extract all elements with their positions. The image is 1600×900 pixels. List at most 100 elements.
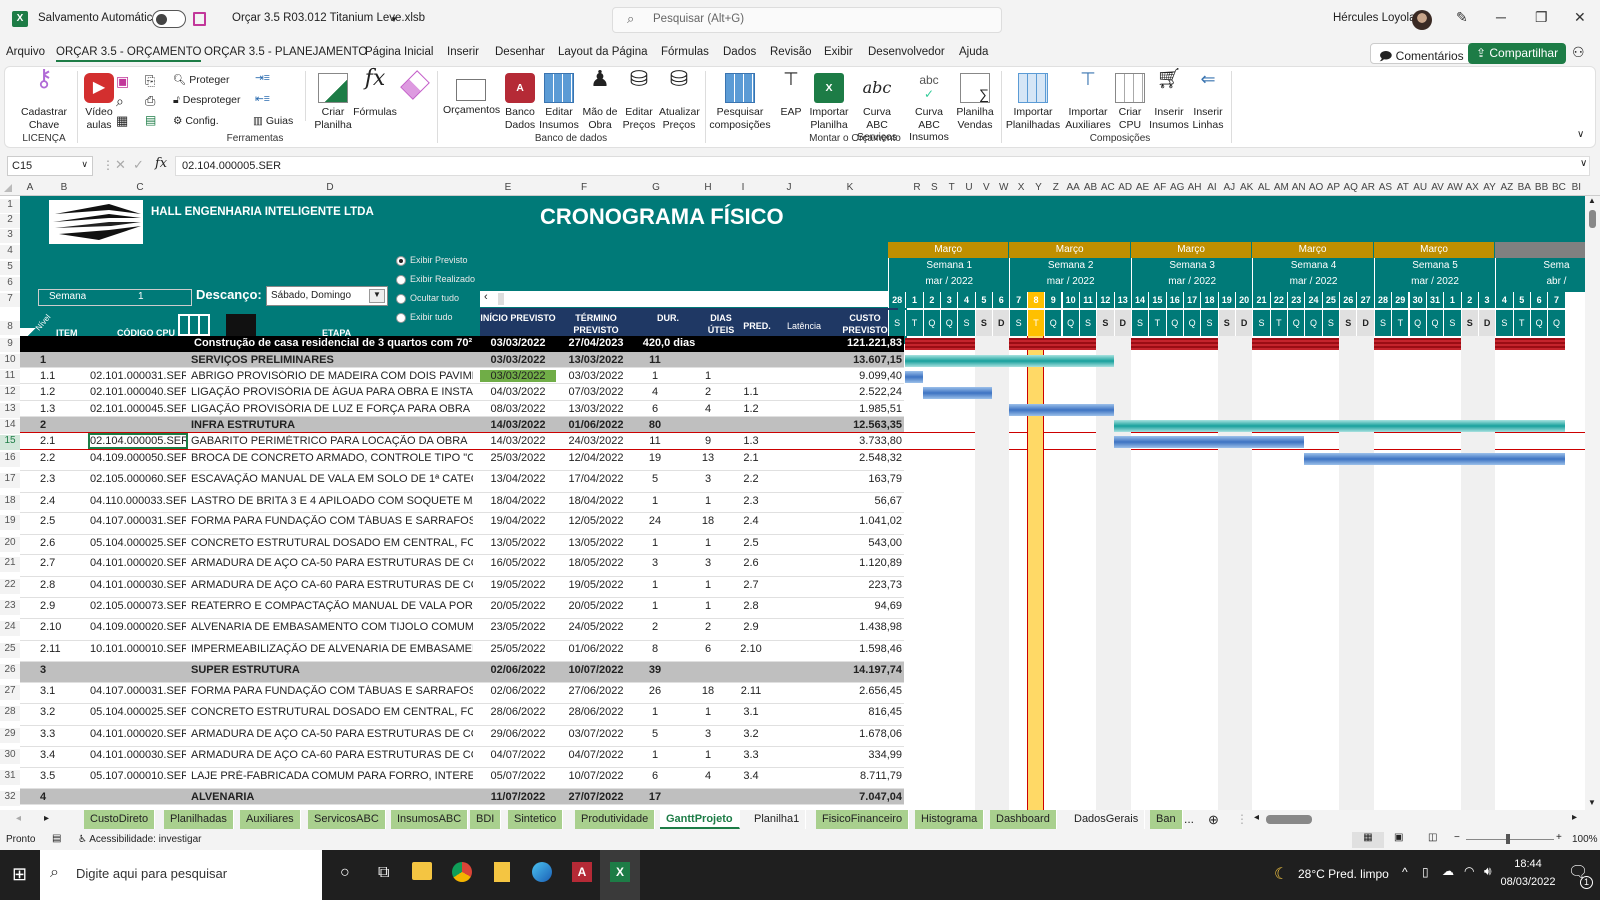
magnifier-icon[interactable]: ⌕ <box>116 93 124 110</box>
indent-icon[interactable]: ⇥≡ <box>255 72 270 84</box>
cell-inicio[interactable]: 03/03/2022 <box>480 370 556 382</box>
row-header[interactable]: 31 <box>0 770 20 785</box>
sheet-tab[interactable]: Sintetico <box>508 810 564 829</box>
menu-dados[interactable]: Dados <box>723 46 756 58</box>
formulas-button[interactable]: fx Fórmulas <box>353 68 397 119</box>
menu-desenvolvedor[interactable]: Desenvolvedor <box>868 46 945 58</box>
row-header[interactable]: 10 <box>0 354 20 369</box>
cell-etapa[interactable]: ESCAVAÇÃO MANUAL DE VALA EM SOLO DE 1ª C… <box>191 473 473 485</box>
cell-custo[interactable]: 1.120,89 <box>832 557 902 569</box>
row-header[interactable]: 22 <box>0 579 20 594</box>
expand-formula-icon[interactable]: ∨ <box>1580 158 1587 169</box>
grid-view-icon[interactable] <box>178 314 210 336</box>
cell-dur[interactable]: 19 <box>640 452 670 464</box>
cell-termino[interactable]: 12/04/2022 <box>558 452 634 464</box>
cell-inicio[interactable]: 05/07/2022 <box>480 770 556 782</box>
insert-function-icon[interactable]: fx <box>155 156 167 171</box>
sheet-tab[interactable]: Planilha1 <box>748 810 807 829</box>
cell-termino[interactable]: 07/03/2022 <box>558 386 634 398</box>
cell-inicio[interactable]: 20/05/2022 <box>480 600 556 612</box>
column-header[interactable]: E <box>500 182 516 193</box>
cell-dur[interactable]: 6 <box>640 403 670 415</box>
row-header[interactable]: 4 <box>0 245 20 259</box>
menu-inserir[interactable]: Inserir <box>447 46 479 58</box>
excel-app-active[interactable]: X <box>600 850 640 900</box>
cell-termino[interactable]: 20/05/2022 <box>558 600 634 612</box>
menu-desenhar[interactable]: Desenhar <box>495 46 545 58</box>
filename-dropdown-icon[interactable]: ▼ <box>390 15 398 24</box>
cell-etapa[interactable]: IMPERMEABILIZAÇÃO DE ALVENARIA DE EMBASA… <box>191 643 473 655</box>
cell-dur[interactable]: 8 <box>640 643 670 655</box>
cell-termino[interactable]: 04/07/2022 <box>558 749 634 761</box>
cell-dias[interactable]: 6 <box>694 643 722 655</box>
cell-custo[interactable]: 8.711,79 <box>832 770 902 782</box>
row-header[interactable]: 12 <box>0 386 20 401</box>
cell-custo[interactable]: 816,45 <box>832 706 902 718</box>
row-header[interactable]: 20 <box>0 537 20 552</box>
cell-dur[interactable]: 4 <box>640 386 670 398</box>
cell-custo[interactable]: 163,79 <box>832 473 902 485</box>
menu-arquivo[interactable]: Arquivo <box>6 46 45 58</box>
cell-inicio[interactable]: 13/05/2022 <box>480 537 556 549</box>
windows-start-icon[interactable]: ⊞ <box>12 864 27 885</box>
sheet-tab[interactable]: BDI <box>470 810 502 829</box>
cell-pred[interactable]: 2.9 <box>738 621 764 633</box>
cell-item[interactable]: 3.5 <box>40 770 80 782</box>
cell-custo[interactable]: 223,73 <box>832 579 902 591</box>
cell-item[interactable]: 2.5 <box>40 515 80 527</box>
cell-dur[interactable]: 80 <box>640 419 670 431</box>
scroll-thumb[interactable] <box>498 293 504 305</box>
descanso-dropdown[interactable]: Sábado, Domingo ▼ <box>266 286 388 306</box>
importar-planilha-button[interactable]: X Importar Planilha <box>809 73 849 131</box>
cell-etapa[interactable]: ALVENARIA <box>191 791 473 803</box>
config-button[interactable]: ⚙ Config. <box>173 115 219 127</box>
row-header[interactable]: 19 <box>0 515 20 530</box>
cell-inicio[interactable]: 02/06/2022 <box>480 664 556 676</box>
cell-pred[interactable]: 2.1 <box>738 452 764 464</box>
cell-etapa[interactable]: FORMA PARA FUNDAÇÃO COM TÁBUAS E SARRAFO… <box>191 685 473 697</box>
cell-dur[interactable]: 1 <box>640 537 670 549</box>
meet-icon[interactable]: ▯ <box>1422 865 1429 879</box>
row-header[interactable]: 28 <box>0 706 20 721</box>
sheet-tab[interactable]: Histograma <box>915 810 985 829</box>
cell-codigo[interactable]: 04.107.000031.SER <box>90 515 186 527</box>
cell-pred[interactable]: 1.1 <box>738 386 764 398</box>
add-sheet-icon[interactable]: ⊕ <box>1208 812 1219 828</box>
menu-pagina-inicial[interactable]: Página Inicial <box>365 46 433 58</box>
row-header[interactable]: 9 <box>0 338 20 352</box>
cell-etapa[interactable]: CONCRETO ESTRUTURAL DOSADO EM CENTRAL, F… <box>191 706 473 718</box>
row-header[interactable]: 1 <box>0 199 20 213</box>
cell-etapa[interactable]: GABARITO PERIMÉTRICO PARA LOCAÇÃO DA OBR… <box>191 435 473 447</box>
tray-chevron-icon[interactable]: ^ <box>1402 865 1408 879</box>
cell-inicio[interactable]: 08/03/2022 <box>480 403 556 415</box>
gantt-task-bar[interactable] <box>1113 436 1305 448</box>
row-header[interactable]: 18 <box>0 495 20 510</box>
cell-codigo[interactable]: 04.110.000033.SER <box>90 495 186 507</box>
column-header[interactable]: F <box>576 182 592 193</box>
cell-etapa[interactable]: SERVIÇOS PRELIMINARES <box>191 354 473 366</box>
dropdown-arrow-icon[interactable]: ▼ <box>369 289 385 303</box>
cell-dur[interactable]: 1 <box>640 749 670 761</box>
confirm-icon[interactable]: ✓ <box>133 157 144 173</box>
restore-icon[interactable]: ❐ <box>1535 9 1548 26</box>
row-header[interactable]: 26 <box>0 664 20 679</box>
save-file-icon[interactable]: ▣ <box>116 73 129 90</box>
gantt-summary-bar[interactable] <box>905 355 1114 367</box>
access-app-icon[interactable]: A <box>572 862 592 882</box>
column-header[interactable]: I <box>735 182 751 193</box>
cell-codigo[interactable]: 05.104.000025.SER <box>90 537 186 549</box>
cell-codigo[interactable]: 04.101.000030.SER <box>90 749 186 761</box>
column-header[interactable]: C <box>132 182 148 193</box>
cell-custo[interactable]: 2.656,45 <box>832 685 902 697</box>
cell-pred[interactable]: 2.6 <box>738 557 764 569</box>
clock-time[interactable]: 18:44 <box>1500 858 1556 870</box>
cell-item[interactable]: 2.6 <box>40 537 80 549</box>
row-header[interactable]: 21 <box>0 557 20 572</box>
menu-orcar-orcamento[interactable]: ORÇAR 3.5 - ORÇAMENTO <box>56 46 202 62</box>
cell-pred[interactable]: 2.7 <box>738 579 764 591</box>
cell-dur[interactable]: 26 <box>640 685 670 697</box>
gantt-task-bar[interactable] <box>1009 404 1114 416</box>
cell-dias[interactable]: 1 <box>694 600 722 612</box>
cell-dur[interactable]: 17 <box>640 791 670 803</box>
cell-inicio[interactable]: 04/03/2022 <box>480 386 556 398</box>
